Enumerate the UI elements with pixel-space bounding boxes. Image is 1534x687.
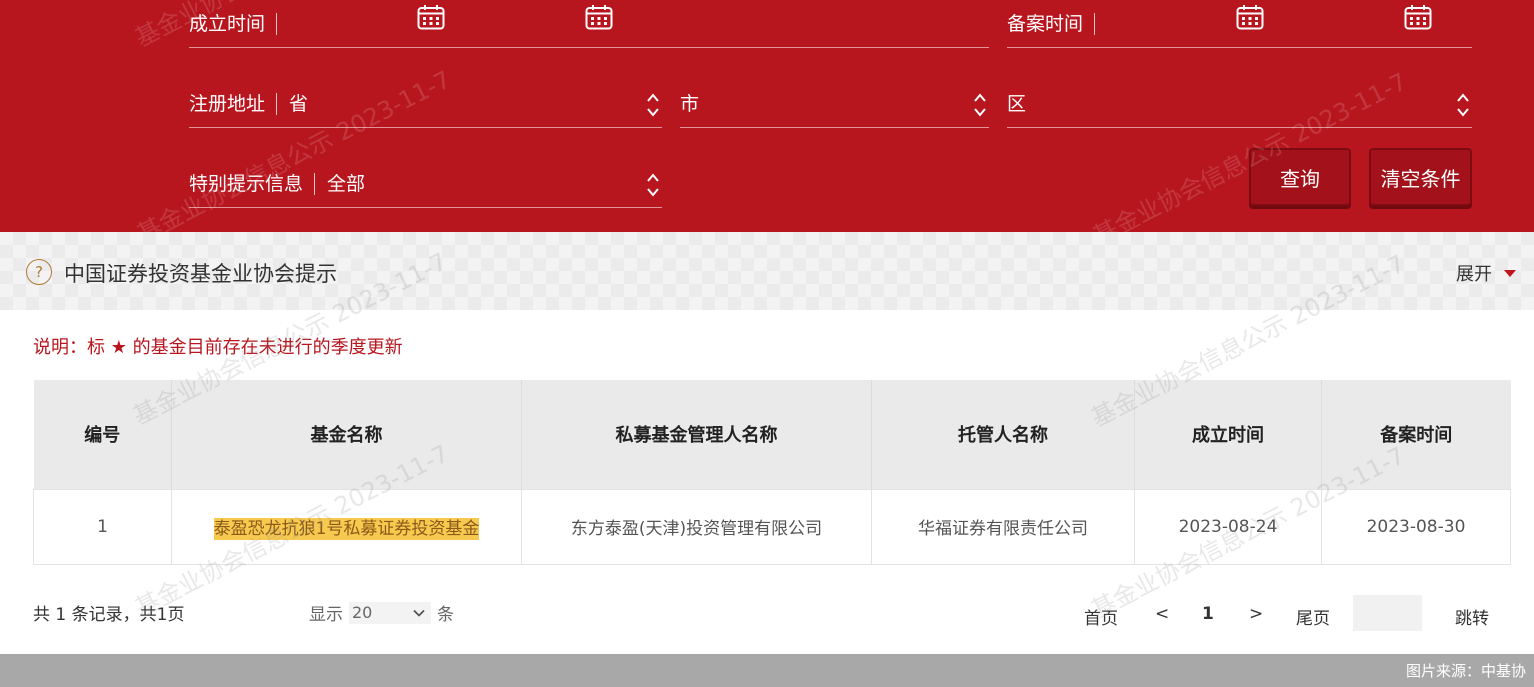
address-label: 注册地址	[189, 92, 278, 115]
record-date-label: 备案时间	[1007, 12, 1096, 35]
col-header-number: 编号	[33, 380, 172, 489]
table-header-row: 编号 基金名称 私募基金管理人名称 托管人名称 成立时间 备案时间	[33, 380, 1511, 489]
special-notice-select[interactable]: 特别提示信息 全部	[189, 160, 662, 208]
calendar-icon[interactable]	[1236, 4, 1264, 30]
cell-number: 1	[33, 488, 172, 565]
col-header-establish-date: 成立时间	[1134, 380, 1322, 489]
col-header-manager: 私募基金管理人名称	[521, 380, 872, 489]
page-size-value: 20	[352, 603, 373, 622]
last-page-link[interactable]: 尾页	[1296, 604, 1330, 629]
query-button[interactable]: 查询	[1249, 148, 1351, 206]
select-arrows-icon	[647, 173, 659, 197]
question-icon: ?	[26, 259, 52, 285]
establish-date-field[interactable]: 成立时间	[189, 0, 989, 48]
first-page-link[interactable]: 首页	[1084, 604, 1118, 629]
col-header-record-date: 备案时间	[1321, 380, 1511, 489]
expand-label: 展开	[1456, 264, 1492, 285]
col-header-fund-name: 基金名称	[171, 380, 522, 489]
calendar-icon[interactable]	[1404, 4, 1432, 30]
province-value: 省	[289, 92, 309, 115]
jump-page-input[interactable]	[1353, 595, 1422, 631]
district-value: 区	[1007, 92, 1027, 115]
select-arrows-icon	[974, 93, 986, 117]
fund-results-table: 编号 基金名称 私募基金管理人名称 托管人名称 成立时间 备案时间 1 泰盈恐龙…	[33, 380, 1511, 565]
special-notice-value: 全部	[327, 172, 366, 195]
caret-down-icon	[1504, 269, 1516, 277]
cell-fund-name: 泰盈恐龙抗狼1号私募证券投资基金	[171, 488, 522, 565]
search-panel: 成立时间 备案时间 注册地址 省 市 区 特别提示信息 全部 查询 清空条件 基…	[0, 0, 1534, 232]
jump-button[interactable]: 跳转	[1455, 604, 1489, 629]
expand-toggle[interactable]: 展开	[1456, 260, 1516, 286]
city-select[interactable]: 市	[680, 80, 989, 128]
cell-custodian: 华福证券有限责任公司	[871, 488, 1135, 565]
record-date-field[interactable]: 备案时间	[1007, 0, 1472, 48]
establish-date-label: 成立时间	[189, 12, 278, 35]
footer-bar: 图片来源：中基协	[0, 654, 1534, 687]
star-notice-text: 说明：标 ★ 的基金目前存在未进行的季度更新	[33, 337, 403, 358]
select-arrows-icon	[1457, 93, 1469, 117]
province-select[interactable]: 注册地址 省	[189, 80, 662, 128]
chevron-down-icon	[413, 609, 425, 617]
clear-conditions-button[interactable]: 清空条件	[1369, 148, 1472, 206]
unit-label: 条	[437, 605, 454, 625]
association-tip-bar: ? 中国证券投资基金业协会提示 展开	[0, 232, 1534, 310]
prev-page-link[interactable]: <	[1155, 604, 1169, 624]
current-page[interactable]: 1	[1202, 604, 1214, 624]
city-value: 市	[680, 92, 700, 115]
calendar-icon[interactable]	[585, 4, 613, 30]
district-select[interactable]: 区	[1007, 80, 1472, 128]
image-source-caption: 图片来源：中基协	[1405, 662, 1526, 680]
cell-manager: 东方泰盈(天津)投资管理有限公司	[521, 488, 872, 565]
record-summary: 共 1 条记录，共1页	[33, 605, 185, 625]
show-label: 显示	[309, 605, 343, 625]
next-page-link[interactable]: >	[1249, 604, 1263, 624]
cell-establish-date: 2023-08-24	[1134, 488, 1322, 565]
select-arrows-icon	[647, 93, 659, 117]
tip-title: 中国证券投资基金业协会提示	[64, 262, 337, 286]
calendar-icon[interactable]	[417, 4, 445, 30]
table-row: 1 泰盈恐龙抗狼1号私募证券投资基金 东方泰盈(天津)投资管理有限公司 华福证券…	[33, 488, 1511, 565]
page-size-select[interactable]: 20	[349, 601, 431, 624]
cell-record-date: 2023-08-30	[1321, 488, 1511, 565]
page-size-control: 显示 20 条	[309, 600, 454, 625]
col-header-custodian: 托管人名称	[871, 380, 1135, 489]
special-notice-label: 特别提示信息	[189, 172, 316, 195]
fund-name-link[interactable]: 泰盈恐龙抗狼1号私募证券投资基金	[213, 518, 480, 540]
